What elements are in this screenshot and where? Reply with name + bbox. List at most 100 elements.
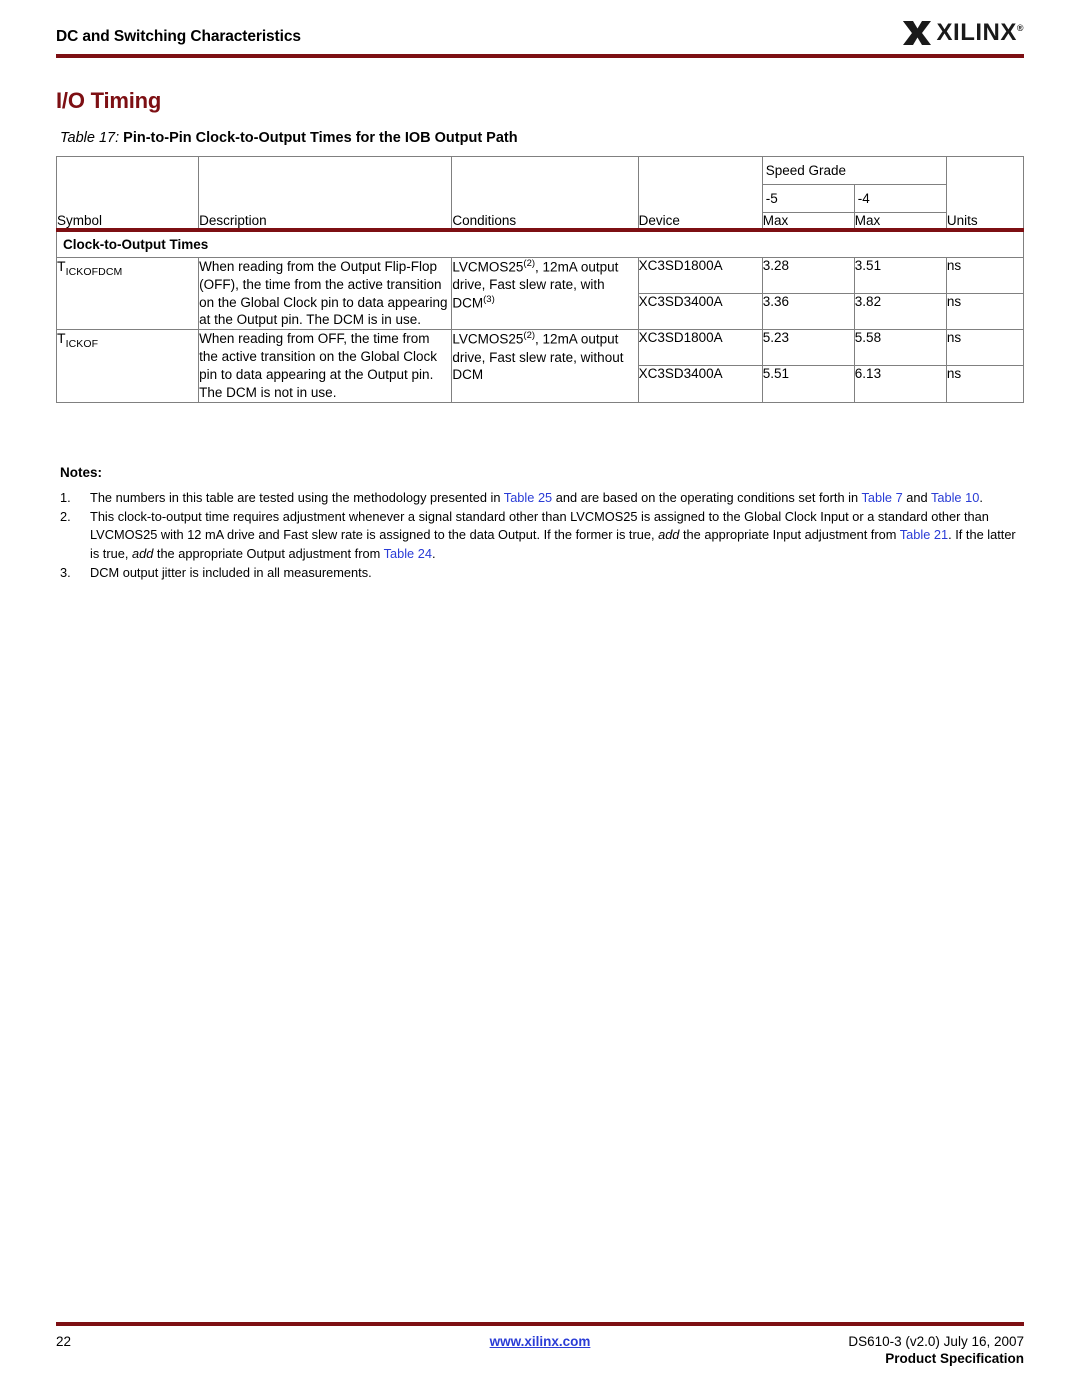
note-text: . [431, 545, 436, 561]
note-body: DCM output jitter is included in all mea… [90, 564, 1022, 582]
xilinx-x-icon [902, 21, 931, 45]
header-units: Units [945, 212, 1025, 232]
row-max-5: 5.51 [761, 365, 855, 403]
header-description: Description [198, 212, 453, 232]
note-item: 1. The numbers in this table are tested u… [60, 489, 1022, 507]
row-device: XC3SD3400A [637, 365, 763, 403]
header-spacer-device [637, 184, 763, 213]
row-units: ns [945, 293, 1025, 331]
header-grade-4: -4 [853, 184, 947, 213]
note-item: 3. DCM output jitter is included in all m… [60, 564, 1022, 582]
page-footer: 22 www.xilinx.com DS610-3 (v2.0) July 16… [56, 1334, 1024, 1384]
note-body: The numbers in this table are tested usi… [90, 489, 1022, 507]
footer-doc-info: DS610-3 (v2.0) July 16, 2007 Product Spe… [848, 1334, 1024, 1366]
note-emphasis: add [658, 527, 680, 543]
row-units: ns [945, 256, 1025, 295]
header-spacer-description [198, 184, 453, 213]
table-caption-text: Pin-to-Pin Clock-to-Output Times for the… [123, 130, 518, 146]
row-device: XC3SD3400A [637, 293, 763, 331]
footer-doc-id: DS610-3 (v2.0) July 16, 2007 [848, 1334, 1024, 1349]
header-spacer-units [945, 184, 1025, 213]
table-header-row-1: Speed Grade [55, 156, 1025, 185]
note-table-link[interactable]: Table 21 [900, 527, 948, 542]
notes-section: Notes: 1. The numbers in this table are t… [60, 463, 1022, 583]
header-device: Device [637, 212, 763, 232]
conditions-note-ref-2: (3) [483, 294, 495, 306]
note-item: 2. This clock-to-output time requires adj… [60, 508, 1022, 562]
row-conditions: LVCMOS25(2), 12mA output drive, Fast sle… [451, 256, 639, 331]
header-max-5: Max [761, 212, 855, 232]
header-spacer-conditions [451, 184, 639, 213]
note-text: the appropriate Output adjustment from [153, 545, 384, 561]
table-header-row-2: -5 -4 [55, 184, 1025, 213]
note-text: and are based on the operating condition… [552, 490, 862, 506]
row-device: XC3SD1800A [637, 256, 763, 295]
header-conditions: Conditions [451, 212, 639, 232]
table-row: TICKOF When reading from OFF, the time f… [55, 329, 1025, 403]
row-symbol: TICKOFDCM [55, 256, 200, 331]
header-max-4: Max [853, 212, 947, 232]
row-max-5: 3.36 [761, 293, 855, 331]
table-caption: Table 17: Pin-to-Pin Clock-to-Output Tim… [60, 130, 518, 146]
conditions-note-ref-1: (2) [523, 258, 536, 269]
note-table-link[interactable]: Table 7 [861, 490, 902, 505]
header-blank-symbol [55, 156, 200, 185]
row-description: When reading from OFF, the time from the… [198, 329, 453, 403]
xilinx-logo: XILINX® [902, 19, 1024, 47]
note-text: DCM output jitter is included in all mea… [90, 564, 372, 580]
spec-table: Speed Grade -5 -4 Symbol Description Con… [55, 156, 1025, 403]
row-units: ns [945, 329, 1025, 367]
header-symbol: Symbol [55, 212, 200, 232]
row-symbol: TICKOF [55, 329, 200, 403]
note-number: 3. [60, 564, 71, 580]
symbol-subscript: ICKOFDCM [65, 265, 123, 278]
xilinx-wordmark: XILINX® [936, 19, 1024, 46]
table-section-label: Clock-to-Output Times [56, 230, 1024, 258]
header-blank-description [198, 156, 453, 185]
note-number: 2. [60, 509, 71, 525]
note-body: This clock-to-output time requires adjus… [90, 508, 1022, 562]
symbol-base: T [57, 258, 66, 274]
footer-spec-label: Product Specification [885, 1351, 1024, 1366]
symbol-subscript: ICKOF [65, 338, 99, 351]
note-text: the appropriate Input adjustment from [679, 527, 900, 543]
notes-title: Notes: [60, 465, 103, 480]
datasheet-page: DC and Switching Characteristics XILINX®… [0, 0, 1080, 1397]
table-caption-label: Table 17: [60, 130, 120, 146]
row-max-4: 3.82 [853, 293, 947, 331]
page-title: DC and Switching Characteristics [56, 28, 301, 45]
notes-list: 1. The numbers in this table are tested u… [60, 489, 1022, 582]
conditions-note-ref-1: (2) [523, 330, 536, 342]
note-text: The numbers in this table are tested usi… [90, 490, 504, 506]
row-units: ns [945, 365, 1025, 403]
row-max-4: 5.58 [853, 329, 947, 367]
note-text: and [902, 490, 931, 506]
footer-divider [56, 1322, 1024, 1326]
table-section-row: Clock-to-Output Times [56, 230, 1024, 258]
row-max-4: 6.13 [853, 365, 947, 403]
conditions-standard: LVCMOS25 [452, 259, 524, 275]
note-text: . [979, 490, 983, 506]
section-heading: I/O Timing [56, 88, 162, 113]
note-number: 1. [60, 490, 71, 506]
row-conditions: LVCMOS25(2), 12mA output drive, Fast sle… [451, 329, 639, 403]
registered-mark: ® [1016, 23, 1024, 33]
note-table-link[interactable]: Table 10 [931, 490, 979, 505]
header-blank-units [945, 156, 1025, 185]
header-speed-grade: Speed Grade [761, 156, 947, 185]
symbol-base: T [57, 330, 66, 347]
row-max-5: 3.28 [761, 256, 855, 295]
table-header-row-3: Symbol Description Conditions Device Max… [55, 212, 1025, 232]
note-table-link[interactable]: Table 24 [384, 546, 432, 561]
header-divider [56, 54, 1024, 58]
header-spacer-symbol [55, 184, 200, 213]
row-device: XC3SD1800A [637, 329, 763, 367]
header-grade-5: -5 [761, 184, 855, 213]
header-blank-device [637, 156, 763, 185]
conditions-standard: LVCMOS25 [452, 331, 524, 347]
header-blank-conditions [451, 156, 639, 185]
row-description: When reading from the Output Flip-Flop (… [198, 256, 453, 331]
note-table-link[interactable]: Table 25 [504, 490, 552, 505]
row-max-5: 5.23 [761, 329, 855, 367]
row-max-4: 3.51 [853, 256, 947, 295]
